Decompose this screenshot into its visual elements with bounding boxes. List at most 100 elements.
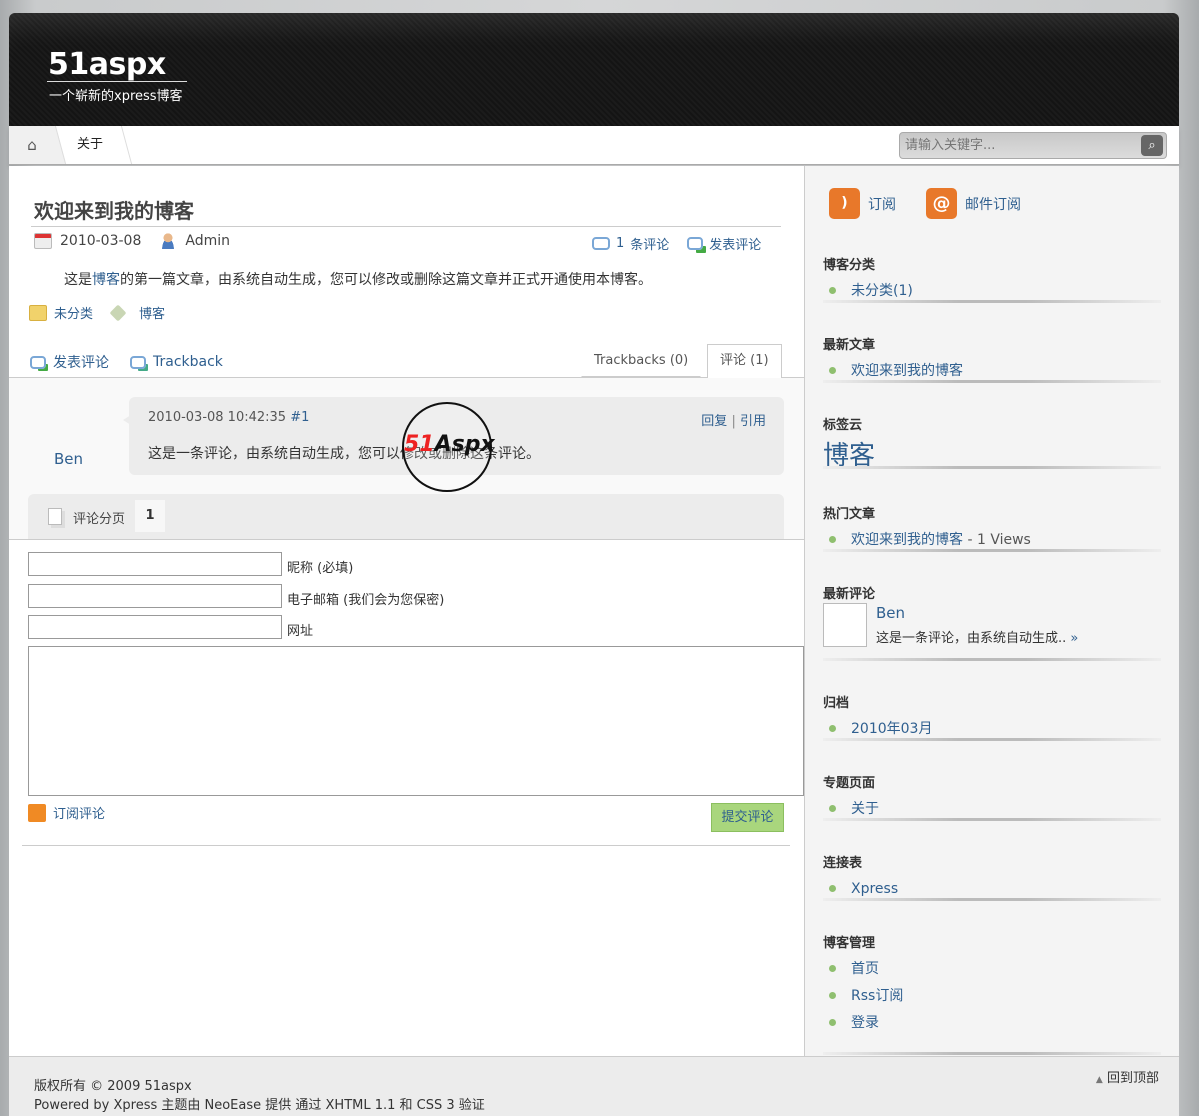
recent-comment-author[interactable]: Ben: [876, 604, 905, 622]
powered-by: Powered by Xpress 主题由 NeoEase 提供 通过 XHTM…: [34, 1098, 485, 1113]
watermark-logo: 51Aspx: [402, 402, 495, 492]
tagline: 一个崭新的xpress博客: [49, 89, 183, 104]
back-to-top-link[interactable]: 回到顶部: [1107, 1071, 1159, 1086]
rss-feed-icon[interactable]: ): [829, 188, 860, 219]
subscribe-comments-link[interactable]: 订阅评论: [53, 803, 105, 822]
divider: [823, 380, 1161, 383]
submit-comment-button[interactable]: 提交评论: [711, 803, 784, 832]
widget-tag-cloud: 标签云 博客: [823, 414, 1143, 472]
link-item[interactable]: Xpress: [823, 880, 1143, 898]
comment-permalink[interactable]: #1: [290, 410, 309, 425]
post-comment-icon: [30, 355, 46, 369]
divider: [823, 466, 1161, 469]
reply-link[interactable]: 回复: [701, 414, 727, 429]
nav-item-about[interactable]: 关于: [77, 126, 103, 164]
rss-icon: [28, 803, 46, 822]
title-underline: [47, 81, 187, 82]
page: 51aspx 一个崭新的xpress博客 ⌂ 关于 ⌕ 欢迎来到我的博客 201…: [9, 13, 1179, 1116]
sidebar: ) 订阅 @ 邮件订阅 博客分类 未分类(1) 最新文章 欢迎来到我的博客 标签云博…: [804, 166, 1179, 1056]
widget-title: 专题页面: [823, 776, 876, 791]
divider: [22, 845, 790, 846]
arrow-up-icon: ▲: [1095, 1075, 1103, 1085]
widget-title: 归档: [823, 696, 850, 711]
widget-hot-posts: 热门文章 欢迎来到我的博客 - 1 Views: [823, 503, 1143, 549]
divider: [823, 738, 1161, 741]
quote-link[interactable]: 引用: [740, 414, 766, 429]
post-title[interactable]: 欢迎来到我的博客: [34, 195, 194, 224]
widget-title: 标签云: [823, 418, 863, 433]
user-icon: [159, 233, 178, 249]
name-label: 昵称 (必填): [287, 561, 354, 576]
email-icon[interactable]: @: [926, 188, 957, 219]
hot-post-item[interactable]: 欢迎来到我的博客: [851, 532, 963, 548]
post-body-link[interactable]: 博客: [92, 272, 120, 288]
header: 51aspx 一个崭新的xpress博客: [9, 13, 1179, 126]
category-link[interactable]: 未分类: [54, 303, 93, 322]
widget-pages: 专题页面 关于: [823, 772, 1143, 818]
comment-icon: [592, 237, 610, 250]
post-date: 2010-03-08: [60, 233, 142, 249]
nav-bar: ⌂ 关于 ⌕: [9, 126, 1179, 165]
post-comment-link[interactable]: 发表评论: [709, 234, 761, 253]
name-field[interactable]: [28, 552, 282, 576]
main-content: 欢迎来到我的博客 2010-03-08 Admin 1 条评论 发表评论 这是博…: [9, 166, 804, 1056]
widget-recent-posts: 最新文章 欢迎来到我的博客: [823, 334, 1143, 380]
tag-icon: [109, 304, 127, 321]
admin-rss-link[interactable]: Rss订阅: [823, 987, 1143, 1005]
widget-admin: 博客管理 首页 Rss订阅 登录: [823, 932, 1143, 1032]
tab-trackbacks[interactable]: Trackbacks (0): [581, 344, 702, 377]
mail-subscribe-link[interactable]: 邮件订阅: [965, 194, 1021, 214]
trackback-icon: [130, 355, 146, 369]
widget-title: 最新评论: [823, 587, 876, 602]
widget-title: 博客分类: [823, 258, 876, 273]
divider: [31, 226, 781, 227]
divider: [823, 898, 1161, 901]
copyright: 版权所有 © 2009 51aspx: [34, 1079, 192, 1094]
divider: [823, 658, 1161, 661]
widget-categories: 博客分类未分类(1): [823, 254, 1143, 300]
url-label: 网址: [287, 624, 314, 639]
divider: [9, 539, 804, 540]
admin-home-link[interactable]: 首页: [823, 960, 1143, 978]
comment-datetime: 2010-03-08 10:42:35: [148, 410, 287, 425]
comments-count[interactable]: 1: [616, 236, 624, 251]
comment-textarea[interactable]: [28, 646, 804, 796]
comment-author[interactable]: Ben: [54, 450, 83, 468]
search-input[interactable]: [900, 133, 1130, 158]
recent-comment-text: 这是一条评论，由系统自动生成..: [876, 631, 1067, 646]
tag-link[interactable]: 博客: [139, 303, 165, 322]
search-icon[interactable]: ⌕: [1141, 135, 1163, 156]
widget-recent-comments: 最新评论 Ben 这是一条评论，由系统自动生成.. »: [823, 583, 1143, 647]
post-comment-action[interactable]: 发表评论: [53, 352, 109, 372]
url-field[interactable]: [28, 615, 282, 639]
page-item[interactable]: 关于: [823, 800, 1143, 818]
widget-title: 博客管理: [823, 936, 876, 951]
tab-comments[interactable]: 评论 (1): [707, 344, 782, 378]
post-body: 这是: [64, 272, 92, 288]
divider: [823, 300, 1161, 303]
widget-title: 热门文章: [823, 507, 876, 522]
category-item[interactable]: 未分类(1): [823, 282, 1143, 300]
archive-item[interactable]: 2010年03月: [823, 720, 1143, 738]
post-author: Admin: [185, 233, 230, 249]
separator: |: [731, 414, 736, 429]
widget-archives: 归档 2010年03月: [823, 692, 1143, 738]
folder-icon: [29, 304, 47, 321]
site-title[interactable]: 51aspx: [48, 47, 166, 82]
post-body-rest: 的第一篇文章，由系统自动生成，您可以修改或删除这篇文章并正式开通使用本博客。: [120, 272, 652, 288]
divider: [823, 549, 1161, 552]
search-box: ⌕: [899, 132, 1167, 159]
footer: 版权所有 © 2009 51aspx Powered by Xpress 主题由…: [9, 1056, 1179, 1116]
email-field[interactable]: [28, 584, 282, 608]
recent-post-item[interactable]: 欢迎来到我的博客: [823, 362, 1143, 380]
comments-link[interactable]: 条评论: [630, 234, 669, 253]
calendar-icon: [34, 233, 52, 249]
subscribe-link[interactable]: 订阅: [868, 194, 896, 214]
trackback-action[interactable]: Trackback: [153, 354, 223, 370]
admin-login-link[interactable]: 登录: [823, 1014, 1143, 1032]
divider: [823, 818, 1161, 821]
divider: [107, 126, 133, 164]
pager-page-1[interactable]: 1: [135, 500, 165, 532]
email-label: 电子邮箱 (我们会为您保密): [287, 593, 445, 608]
recent-comment-more[interactable]: »: [1070, 631, 1078, 646]
